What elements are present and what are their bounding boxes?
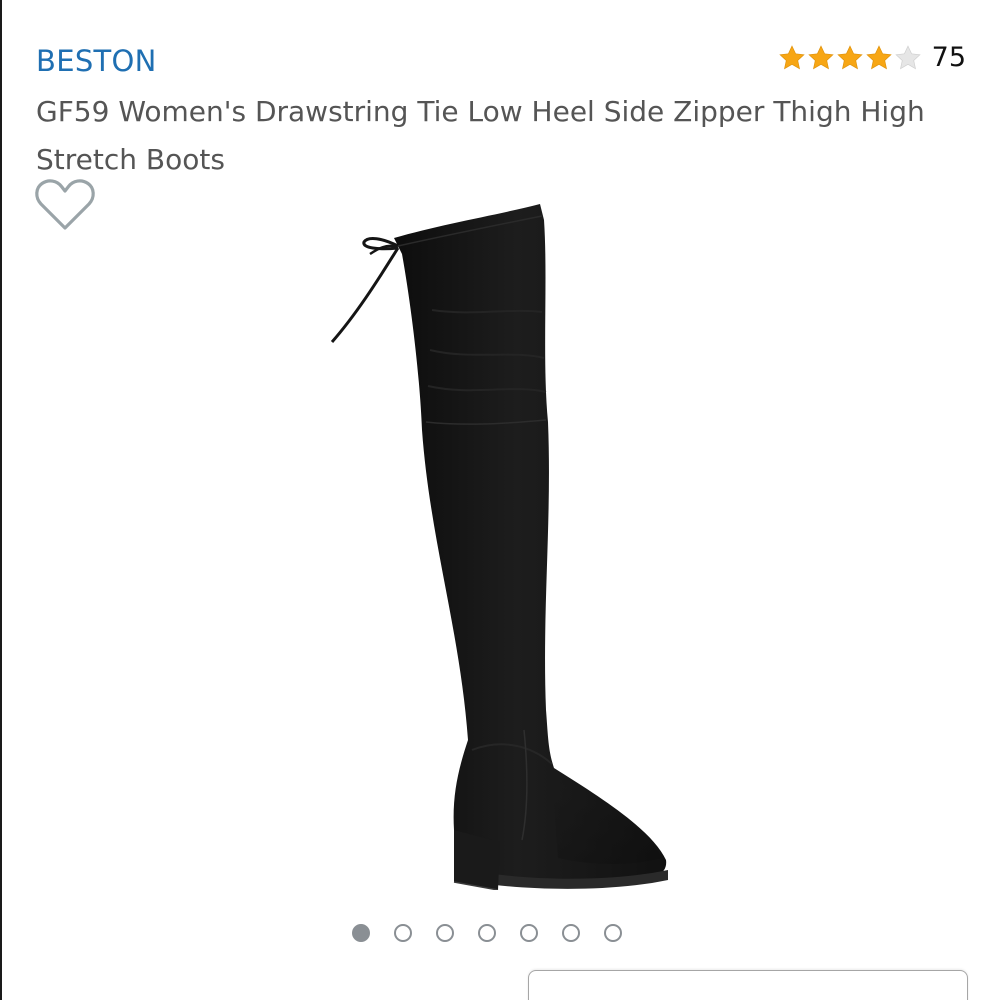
star-filled-icon xyxy=(865,44,892,69)
carousel-dot[interactable] xyxy=(520,924,538,942)
option-selector[interactable] xyxy=(528,970,968,1000)
carousel-dot[interactable] xyxy=(394,924,412,942)
heart-outline-icon[interactable] xyxy=(34,178,96,232)
carousel-dot[interactable] xyxy=(604,924,622,942)
star-filled-icon xyxy=(836,44,863,69)
star-filled-icon xyxy=(807,44,834,69)
carousel-dot[interactable] xyxy=(478,924,496,942)
star-filled-icon xyxy=(778,44,805,69)
product-title: GF59 Women's Drawstring Tie Low Heel Sid… xyxy=(36,95,925,176)
brand-link[interactable]: BESTON xyxy=(36,44,157,78)
star-rating xyxy=(778,44,922,72)
rating-summary[interactable]: 75 xyxy=(778,42,966,73)
product-detail-page: BESTON 75 GF59 Women's Drawstring Tie Lo… xyxy=(0,0,1000,1000)
star-empty-icon xyxy=(894,44,921,69)
carousel-dot[interactable] xyxy=(436,924,454,942)
product-image-thigh-high-boot[interactable] xyxy=(302,190,702,890)
image-carousel-dots xyxy=(352,924,622,942)
carousel-dot[interactable] xyxy=(352,924,370,942)
rating-count: 75 xyxy=(931,42,966,73)
carousel-dot[interactable] xyxy=(562,924,580,942)
